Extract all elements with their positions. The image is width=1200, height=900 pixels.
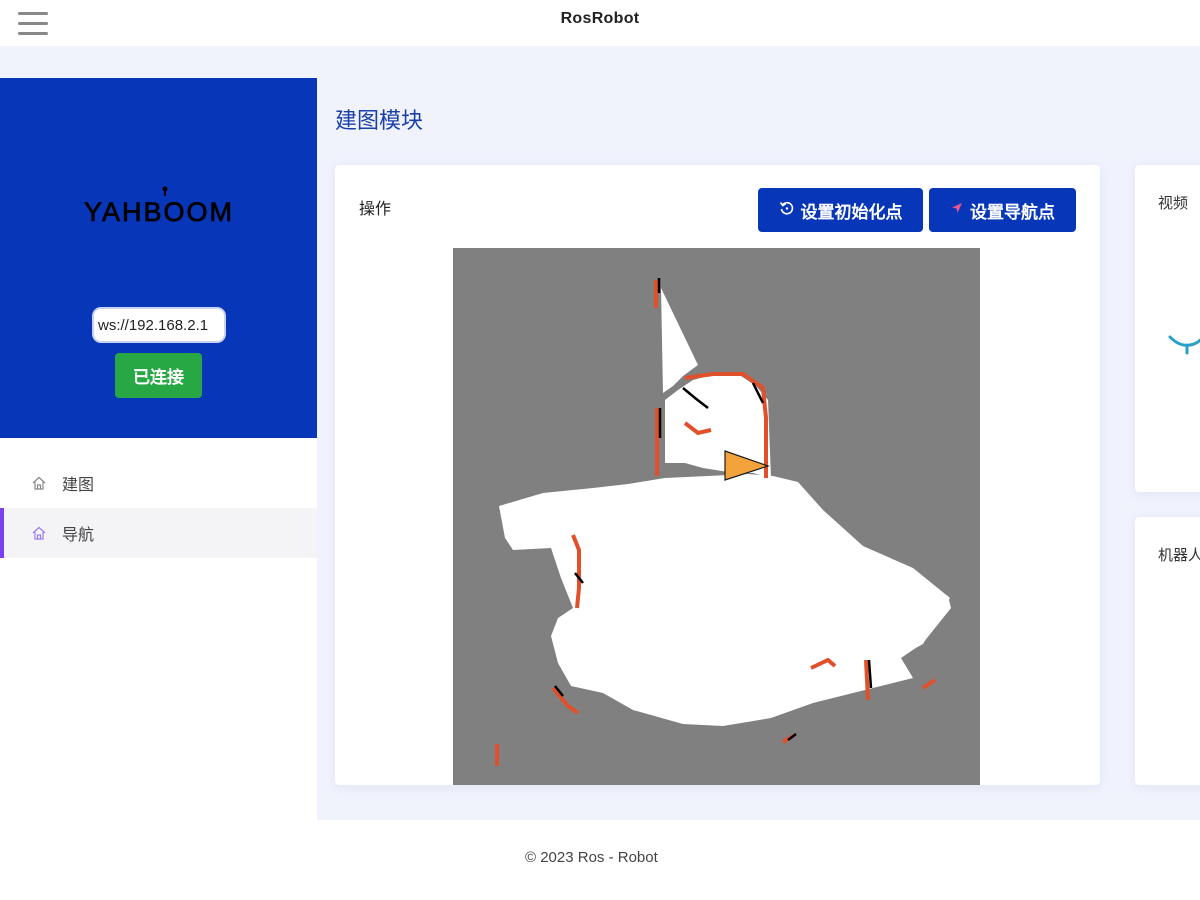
reset-icon [779, 200, 795, 221]
set-nav-point-button[interactable]: 设置导航点 [929, 188, 1076, 232]
page-title: 建图模块 [335, 108, 424, 133]
sidebar-item-label: 建图 [62, 477, 95, 494]
app-title: RosRobot [560, 10, 640, 27]
map-canvas [495, 278, 951, 766]
sidebar-item-label: 导航 [62, 527, 95, 544]
set-init-point-button[interactable]: 设置初始化点 [758, 188, 923, 232]
occupancy-map[interactable] [453, 248, 980, 785]
websocket-url-input[interactable] [92, 307, 226, 343]
robot-label: 机器人 [1158, 547, 1200, 564]
top-bar: RosRobot [0, 0, 1200, 46]
set-init-point-label: 设置初始化点 [800, 202, 903, 222]
map-free-space [499, 288, 951, 726]
set-nav-point-label: 设置导航点 [970, 202, 1055, 222]
brand-panel: YAHBOOM 已连接 [0, 78, 317, 438]
loading-spinner-icon [1168, 335, 1200, 355]
yahboom-logo: YAHBOOM [84, 186, 234, 227]
robot-card: 机器人 [1135, 517, 1200, 785]
home-icon [30, 524, 48, 542]
video-label: 视频 [1158, 195, 1189, 212]
sidebar: YAHBOOM 已连接 建图 导航 [0, 78, 317, 900]
connect-status-button[interactable]: 已连接 [115, 353, 202, 398]
operation-card: 操作 设置初始化点 设置导航点 [335, 165, 1100, 785]
home-icon [30, 474, 48, 492]
navigation-arrow-icon [950, 200, 964, 220]
svg-text:YAHBOOM: YAHBOOM [84, 197, 234, 227]
video-card: 视频 [1135, 165, 1200, 492]
sidebar-item-navigation[interactable]: 导航 [0, 508, 317, 558]
sidebar-item-mapping[interactable]: 建图 [0, 458, 317, 508]
operation-label: 操作 [359, 201, 392, 218]
footer: © 2023 Ros - Robot [317, 820, 1200, 900]
copyright-text: © 2023 Ros - Robot [525, 849, 658, 866]
